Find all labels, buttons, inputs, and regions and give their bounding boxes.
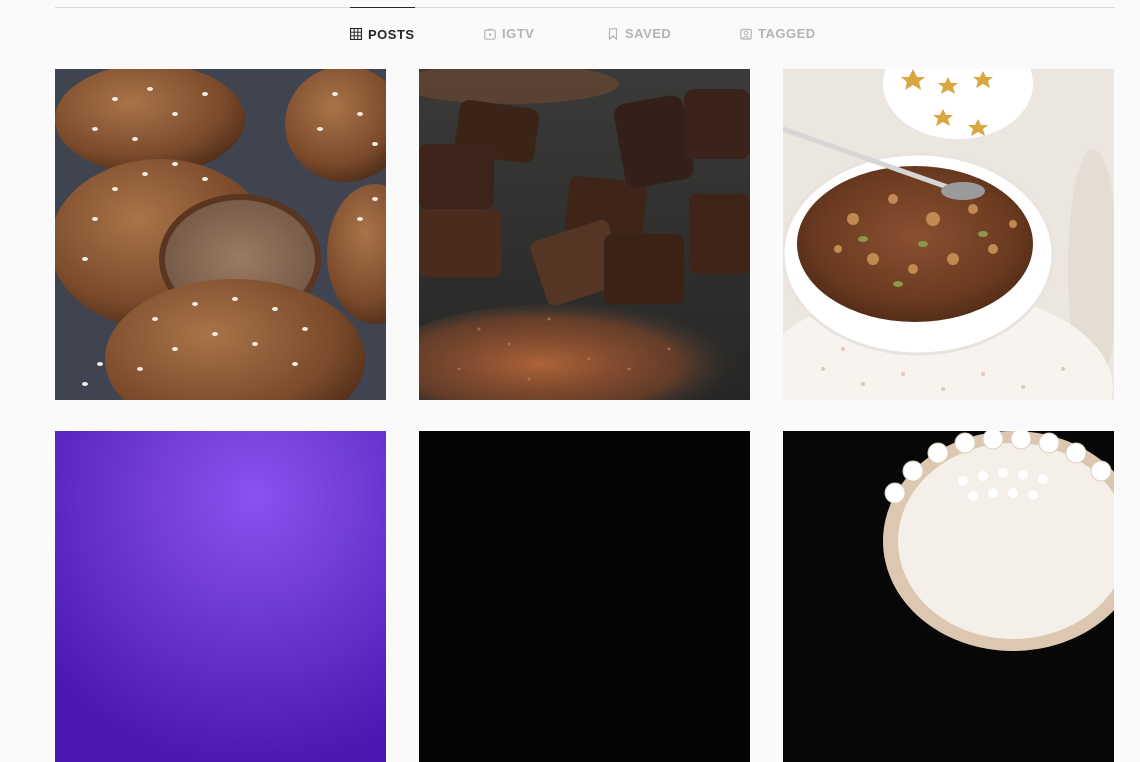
tab-igtv-label: IGTV	[502, 26, 535, 41]
post-image-chocolate-squares	[419, 69, 750, 400]
post-image-granola-bowl	[783, 69, 1114, 400]
tab-saved[interactable]: SAVED	[607, 7, 671, 60]
tab-tagged[interactable]: TAGGED	[740, 7, 816, 60]
post-image-dark	[419, 431, 750, 762]
post-tile[interactable]	[419, 431, 750, 762]
tab-tagged-label: TAGGED	[758, 26, 816, 41]
grid-icon	[350, 28, 362, 40]
tab-posts-label: POSTS	[368, 26, 415, 42]
profile-tabs: POSTS IGTV SAVED TAGGED	[0, 0, 1140, 60]
tab-igtv[interactable]: IGTV	[484, 7, 534, 60]
post-tile[interactable]	[783, 431, 1114, 762]
bookmark-icon	[608, 27, 618, 40]
post-image-bread-rolls	[55, 69, 386, 400]
post-tile[interactable]	[419, 69, 750, 400]
tab-posts[interactable]: POSTS	[350, 7, 415, 60]
post-tile[interactable]	[55, 431, 386, 762]
tab-saved-label: SAVED	[625, 26, 672, 41]
tag-icon	[740, 28, 752, 40]
post-tile[interactable]	[55, 69, 386, 400]
igtv-icon	[484, 27, 496, 40]
post-image-purple	[55, 431, 386, 762]
post-tile[interactable]	[783, 69, 1114, 400]
post-image-cake	[783, 431, 1114, 762]
